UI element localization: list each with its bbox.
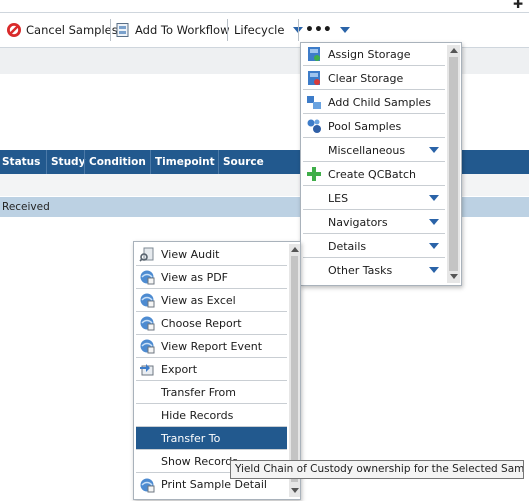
clear-storage-icon xyxy=(308,71,320,85)
menu-item-label: Navigators xyxy=(328,215,388,229)
menu-item-navigators[interactable]: Navigators xyxy=(303,211,445,234)
menu-item-transfer-to[interactable]: Transfer To xyxy=(136,427,287,450)
menu-item-choose-report[interactable]: Choose Report xyxy=(136,312,287,335)
submenu-arrow-icon xyxy=(429,147,439,153)
pool-samples-icon xyxy=(307,119,321,133)
report-icon xyxy=(140,316,155,331)
menu-item-create-qcbatch[interactable]: Create QCBatch xyxy=(303,163,445,186)
menu-item-hide-records[interactable]: Hide Records xyxy=(136,404,287,427)
column-source[interactable]: Source xyxy=(223,150,264,174)
report-icon xyxy=(140,339,155,354)
menu-item-view-as-excel[interactable]: View as Excel xyxy=(136,289,287,312)
status-cell: Received xyxy=(2,201,50,213)
menu-item-view-report-event[interactable]: View Report Event xyxy=(136,335,287,358)
menu-item-label: View Report Event xyxy=(161,339,263,353)
menu-item-label: View as Excel xyxy=(161,293,236,307)
add-child-samples-icon xyxy=(307,96,321,109)
menu-item-clear-storage[interactable]: Clear Storage xyxy=(303,67,445,90)
menu-item-label: Print Sample Detail xyxy=(161,478,267,491)
menu-item-export[interactable]: Export xyxy=(136,358,287,381)
menu-item-label: Pool Samples xyxy=(328,119,402,133)
menu-item-label: View as PDF xyxy=(161,270,228,284)
menu-item-pool-samples[interactable]: Pool Samples xyxy=(303,115,445,138)
menu-item-label: View Audit xyxy=(161,247,220,261)
cancel-icon xyxy=(7,23,21,37)
green-plus-icon xyxy=(307,167,321,181)
menu-item-label: Add Child Samples xyxy=(328,95,432,109)
menu-scrollbar[interactable] xyxy=(447,45,460,283)
menu-item-label: Transfer To xyxy=(161,431,221,445)
cancel-samples-button[interactable]: Cancel Samples xyxy=(6,13,118,47)
column-study[interactable]: Study xyxy=(51,150,85,174)
scroll-down-icon[interactable] xyxy=(450,274,458,279)
submenu-arrow-icon xyxy=(429,195,439,201)
cancel-samples-label: Cancel Samples xyxy=(26,23,118,37)
menu-item-label: Transfer From xyxy=(161,385,236,399)
tooltip: Yield Chain of Custody ownership for the… xyxy=(230,460,524,479)
menu-item-label: Show Records xyxy=(161,454,238,468)
menu-item-assign-storage[interactable]: Assign Storage xyxy=(303,43,445,66)
scroll-down-icon[interactable] xyxy=(291,488,299,493)
scroll-thumb[interactable] xyxy=(291,256,298,482)
menu-item-label: Export xyxy=(161,362,198,376)
menu-item-other-tasks[interactable]: Other Tasks xyxy=(303,259,445,282)
lifecycle-dropdown[interactable]: Lifecycle xyxy=(234,13,304,47)
report-icon xyxy=(140,478,155,492)
menu-item-label: LES xyxy=(328,191,349,205)
add-to-workflow-label: Add To Workflow xyxy=(135,23,230,37)
menu-item-view-audit[interactable]: View Audit xyxy=(136,243,287,266)
menu-item-add-child-samples[interactable]: Add Child Samples xyxy=(303,91,445,114)
report-icon xyxy=(140,293,155,308)
scroll-up-icon[interactable] xyxy=(450,48,458,53)
scroll-thumb[interactable] xyxy=(449,57,458,271)
menu-item-details[interactable]: Details xyxy=(303,235,445,258)
scroll-up-icon[interactable] xyxy=(291,247,299,252)
more-actions-menu: Assign Storage Clear Storage Add Child S… xyxy=(300,42,462,286)
assign-storage-icon xyxy=(308,47,320,61)
report-icon xyxy=(140,270,155,285)
menu-item-label: Details xyxy=(328,239,367,253)
lifecycle-label: Lifecycle xyxy=(234,23,285,37)
menu-item-label: Other Tasks xyxy=(328,264,393,277)
export-icon xyxy=(140,364,154,376)
more-label: ••• xyxy=(305,22,332,38)
column-timepoint[interactable]: Timepoint xyxy=(155,150,215,174)
menu-item-view-as-pdf[interactable]: View as PDF xyxy=(136,266,287,289)
column-condition[interactable]: Condition xyxy=(89,150,146,174)
column-status[interactable]: Status xyxy=(2,150,40,174)
menu-item-label: Choose Report xyxy=(161,316,242,330)
menu-item-label: Miscellaneous xyxy=(328,143,406,157)
menu-item-miscellaneous[interactable]: Miscellaneous xyxy=(303,139,445,162)
submenu-arrow-icon xyxy=(429,243,439,249)
workflow-icon xyxy=(116,23,129,37)
view-audit-icon xyxy=(139,247,154,262)
menu-item-label: Hide Records xyxy=(161,408,234,422)
submenu-arrow-icon xyxy=(429,219,439,225)
menu-item-transfer-from[interactable]: Transfer From xyxy=(136,381,287,404)
pin-icon[interactable]: ✚ xyxy=(513,0,523,11)
menu-item-label: Create QCBatch xyxy=(328,167,417,181)
add-to-workflow-button[interactable]: Add To Workflow xyxy=(115,13,230,47)
menu-item-label: Assign Storage xyxy=(328,47,411,61)
chevron-down-icon xyxy=(339,27,350,33)
submenu-arrow-icon xyxy=(429,267,439,273)
menu-item-les[interactable]: LES xyxy=(303,187,445,210)
menu-item-label: Clear Storage xyxy=(328,71,404,85)
